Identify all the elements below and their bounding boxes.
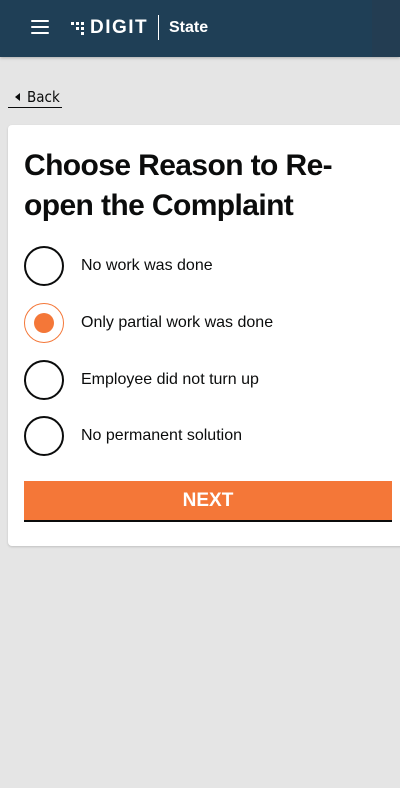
digit-logo: DIGIT [71,16,148,40]
reason-label: No work was done [81,257,213,274]
reason-label: Only partial work was done [81,314,274,331]
reason-label: No permanent solution [81,427,242,444]
reason-card: Choose Reason to Re-open the Complaint N… [8,125,400,546]
radio-button-selected[interactable] [24,303,64,343]
digit-logo-mark-icon [71,22,84,35]
header-shade [372,0,400,57]
radio-button[interactable] [24,246,64,286]
state-label: State [169,19,209,36]
page-title: Choose Reason to Re-open the Complaint [24,149,333,222]
menu-icon[interactable] [31,20,49,34]
header-divider [158,15,159,40]
reason-option-no-permanent-solution[interactable]: No permanent solution [24,416,384,456]
logo-text: DIGIT [90,17,149,38]
back-label: Back [27,87,60,106]
reason-label: Employee did not turn up [81,371,259,388]
back-link[interactable]: Back [8,86,62,108]
reason-option-employee-absent[interactable]: Employee did not turn up [24,360,384,400]
radio-button[interactable] [24,360,64,400]
reason-option-no-work[interactable]: No work was done [24,246,384,286]
reason-option-partial-work[interactable]: Only partial work was done [24,303,384,343]
back-arrow-icon [15,92,20,101]
radio-button[interactable] [24,416,64,456]
next-button[interactable]: NEXT [24,481,392,522]
app-header: DIGIT State [0,0,400,57]
